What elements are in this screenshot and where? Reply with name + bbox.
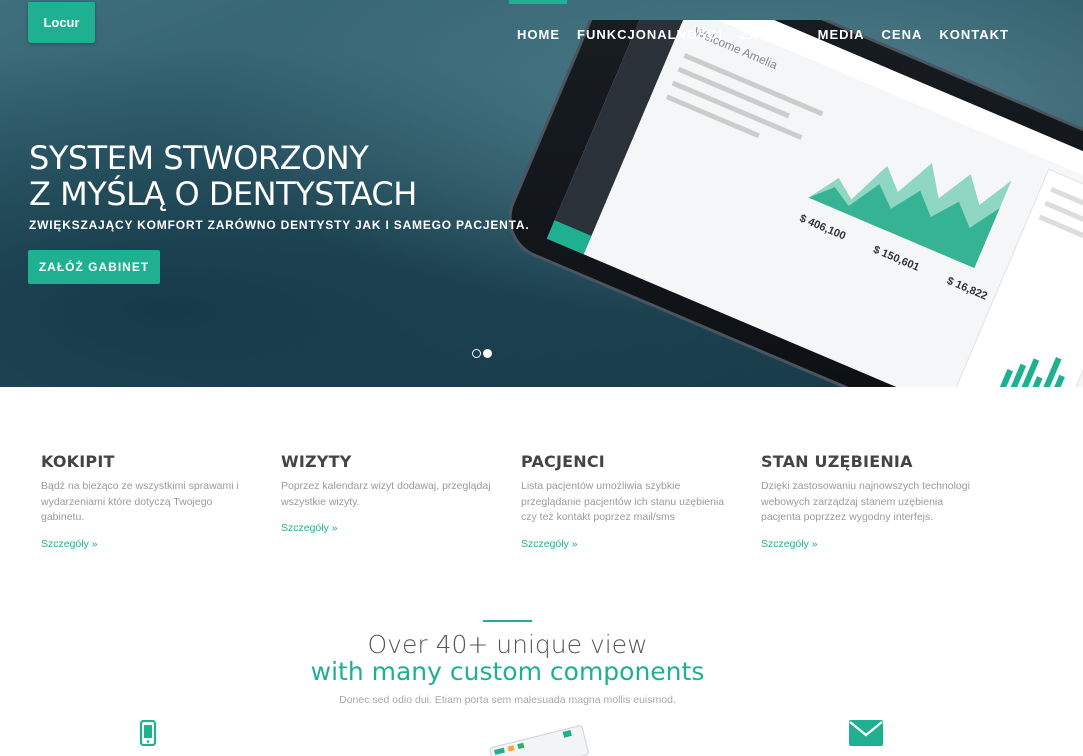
envelope-icon <box>849 720 883 746</box>
slider-dot-2[interactable] <box>483 349 492 358</box>
nav-features[interactable]: FUNKCJONALNOŚCI <box>577 27 723 42</box>
nav-home[interactable]: HOME <box>509 0 567 42</box>
hero-title-line2: Z MYŚLĄ O DENTYSTACH <box>29 175 417 213</box>
section-subtitle: Donec sed odio dui. Etiam porta sem male… <box>339 694 676 706</box>
phone-illustration: Welcome Amelia $ 406,100 $ 150,601 $ 16,… <box>508 20 1083 387</box>
feature-text: Bądź na bieżąco ze wszystkimi sprawami i… <box>41 480 239 523</box>
nav-team[interactable]: ZAŁOGA <box>740 27 801 42</box>
hero-title-line1: SYSTEM STWORZONY <box>29 139 369 177</box>
feature-details-link[interactable]: Szczegóły » <box>761 538 818 550</box>
feature-details-link[interactable]: Szczegóły » <box>281 522 338 534</box>
slider-dots <box>472 349 492 358</box>
hero-subtitle: ZWIĘKSZAJĄCY KOMFORT ZARÓWNO DENTYSTY JA… <box>29 218 530 232</box>
section-title: Over 40+ unique view <box>367 630 648 659</box>
nav-contact[interactable]: KONTAKT <box>939 27 1009 42</box>
hero-slider: Welcome Amelia $ 406,100 $ 150,601 $ 16,… <box>0 0 1083 387</box>
nav-price[interactable]: CENA <box>882 27 923 42</box>
feature-text: Lista pacjentów umożliwia szybkie przegl… <box>521 480 725 523</box>
tablet-device-icon <box>489 725 589 756</box>
section-divider <box>483 620 532 622</box>
feature-cockpit: KOKIPIT Bądź na bieżąco ze wszystkimi sp… <box>41 452 281 552</box>
features-row: KOKIPIT Bądź na bieżąco ze wszystkimi sp… <box>41 452 1001 552</box>
main-nav: HOME FUNKCJONALNOŚCI ZAŁOGA MEDIA CENA K… <box>509 0 1026 42</box>
brand-logo-button[interactable]: Locur <box>28 2 95 43</box>
feature-title: KOKIPIT <box>41 452 115 471</box>
feature-patients: PACJENCI Lista pacjentów umożliwia szybk… <box>521 452 761 552</box>
feature-title: STAN UZĘBIENIA <box>761 452 913 471</box>
slider-dot-1[interactable] <box>472 349 481 358</box>
create-clinic-button[interactable]: ZAŁÓŻ GABINET <box>28 250 160 284</box>
nav-media[interactable]: MEDIA <box>818 27 865 42</box>
feature-title: WIZYTY <box>281 452 352 471</box>
feature-text: Dzięki zastosowaniu najnowszych technolo… <box>761 480 970 523</box>
feature-text: Poprzez kalendarz wizyt dodawaj, przeglą… <box>281 480 491 508</box>
hero-title: SYSTEM STWORZONY Z MYŚLĄ O DENTYSTACH <box>29 140 417 212</box>
feature-visits: WIZYTY Poprzez kalendarz wizyt dodawaj, … <box>281 452 521 552</box>
mobile-phone-icon <box>139 720 157 746</box>
feature-details-link[interactable]: Szczegóły » <box>41 538 98 550</box>
section-title-accent: with many custom components <box>310 657 705 686</box>
feature-title: PACJENCI <box>521 452 605 471</box>
feature-dentition: STAN UZĘBIENIA Dzięki zastosowaniu najno… <box>761 452 1001 552</box>
feature-details-link[interactable]: Szczegóły » <box>521 538 578 550</box>
